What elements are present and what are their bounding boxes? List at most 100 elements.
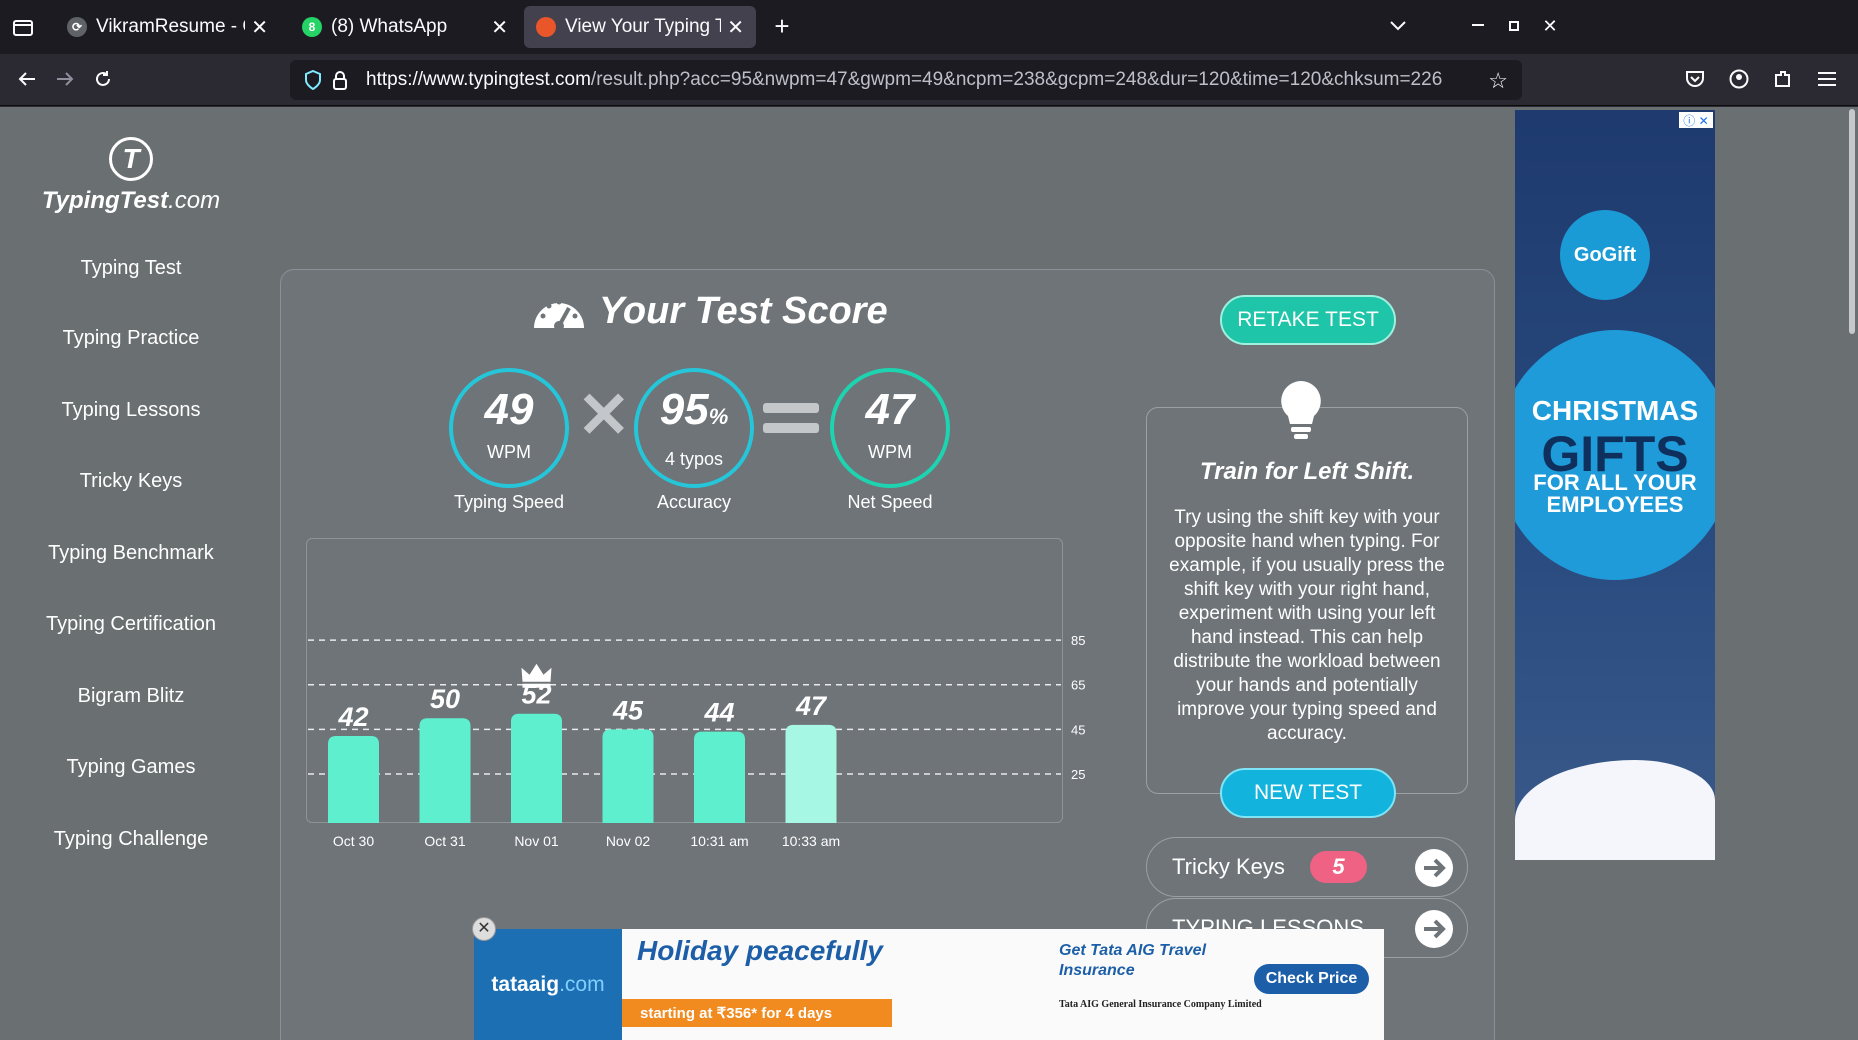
tab-title: View Your Typing Test Re [565,16,722,37]
ad-line-3: FOR ALL YOUR EMPLOYEES [1533,470,1697,517]
tip-title: Train for Left Shift. [1199,458,1415,485]
net-speed-caption: Net Speed [847,492,933,512]
tab-vikramresume[interactable]: ⟳ VikramResume - Online L ✕ [55,6,280,48]
typingtest-logo-icon: T [109,137,153,181]
multiply-icon: ✕ [577,379,631,451]
chart-bar [511,713,562,823]
sidebar-item-typing-test[interactable]: Typing Test [0,257,262,280]
typingtest-favicon-icon [536,17,556,37]
sidebar-item-typing-benchmark[interactable]: Typing Benchmark [0,542,262,565]
crown-icon [521,663,552,682]
lightbulb-icon [1281,381,1321,439]
reload-icon[interactable] [88,64,118,94]
account-icon[interactable] [1724,64,1754,94]
retake-test-button[interactable]: RETAKE TEST [1220,295,1396,345]
x-tick-label: Oct 31 [424,833,465,849]
ad-company: Tata AIG General Insurance Company Limit… [1059,999,1262,1010]
menu-icon[interactable] [1812,64,1842,94]
bookmark-star-icon[interactable]: ☆ [1488,68,1508,94]
tab-title: VikramResume - Online L [96,16,245,37]
chart-bar [419,718,471,823]
forward-icon[interactable] [50,64,80,94]
logo-suffix: .com [168,187,221,214]
typing-speed-unit: WPM [487,442,531,462]
close-tab-icon[interactable]: ✕ [251,15,268,40]
tricky-keys-link[interactable]: Tricky Keys 5 [1146,837,1468,897]
sidebar-item-typing-games[interactable]: Typing Games [0,756,262,779]
equals-icon [763,378,819,452]
close-tab-icon[interactable]: ✕ [491,15,508,40]
accuracy-value: 95 [659,385,709,434]
tricky-keys-count-badge: 5 [1310,851,1367,883]
accuracy-caption: Accuracy [656,492,732,512]
tab-title: (8) WhatsApp [331,16,448,37]
speedometer-icon [534,299,584,331]
sidebar-item-typing-practice[interactable]: Typing Practice [0,327,262,350]
bar-value-label: 45 [612,695,644,725]
extensions-icon[interactable] [1768,64,1798,94]
crown-base [522,683,551,688]
ad-snow-decor [1515,760,1715,860]
address-bar[interactable]: https://www.typingtest.com/result.php?ac… [290,60,1522,100]
x-tick-label: 10:31 am [690,833,748,849]
x-tick-label: 10:33 am [782,833,840,849]
arrow-right-icon[interactable] [1415,849,1453,887]
bottom-advertisement[interactable]: tataaig .com Holiday peacefully starting … [474,929,1384,1040]
typing-speed-caption: Typing Speed [453,492,565,512]
check-price-button[interactable]: Check Price [1254,964,1369,994]
ad-brand: tataaig [491,972,560,996]
close-tab-icon[interactable]: ✕ [727,15,744,40]
sidebar-item-tricky-keys[interactable]: Tricky Keys [0,470,262,493]
x-tick-label: Nov 02 [606,833,651,849]
ad-cta-title: Get Tata AIG Travel Insurance [1059,942,1207,979]
tab-overflow-chevron-icon[interactable] [1384,12,1412,40]
scrollbar-thumb[interactable] [1849,109,1855,334]
tab-list-icon[interactable] [10,14,36,40]
navigation-toolbar: https://www.typingtest.com/result.php?ac… [0,54,1858,106]
ad-close-icon[interactable]: ⓘ ✕ [1679,112,1713,128]
arrow-right-icon[interactable] [1415,910,1453,948]
speed-history-chart: 8565452542Oct 3050Oct 3152Nov 0145Nov 02… [308,633,1085,849]
site-logo[interactable]: T TypingTest.com [0,137,262,215]
y-tick-label: 25 [1071,767,1085,782]
typing-speed-ring: 49 WPM [449,368,569,488]
ad-brand-suffix: .com [559,972,605,996]
lock-icon[interactable] [332,70,348,96]
tab-typing-test-result[interactable]: View Your Typing Test Re ✕ [524,6,756,48]
whatsapp-favicon-icon: 8 [302,17,322,37]
x-tick-label: Nov 01 [514,833,559,849]
maximize-icon[interactable] [1500,12,1528,40]
page-scrollbar[interactable] [1846,107,1858,1040]
tab-whatsapp[interactable]: 8 (8) WhatsApp ✕ [290,6,520,48]
logo-text: TypingTest.com [0,187,262,215]
sidebar-item-typing-challenge[interactable]: Typing Challenge [0,828,262,851]
url-path: /result.php?acc=95&nwpm=47&gwpm=49&ncpm=… [590,69,1443,90]
score-title-text: Your Test Score [599,289,888,332]
page-content: T TypingTest.com Typing Test Typing Prac… [0,107,1858,1040]
logo-brand: TypingTest [41,187,169,214]
close-ad-icon[interactable]: ✕ [472,917,496,941]
net-speed-unit: WPM [868,442,912,462]
typing-speed-value: 49 [484,385,534,434]
new-tab-icon[interactable]: + [768,11,796,41]
bar-value-label: 50 [430,684,460,714]
close-window-icon[interactable]: ✕ [1536,12,1564,40]
tataaig-logo: tataaig .com [474,929,622,1040]
side-advertisement[interactable]: ⓘ ✕ GoGift CHRISTMAS GIFTS FOR ALL YOUR … [1515,110,1715,860]
percent-sign: % [708,404,729,429]
sidebar-item-typing-lessons[interactable]: Typing Lessons [0,399,262,422]
minimize-icon[interactable] [1464,12,1492,40]
accuracy-typos: 4 typos [664,449,724,469]
back-icon[interactable] [12,64,42,94]
page-title: Your Test Score [531,288,888,334]
url-text[interactable]: https://www.typingtest.com/result.php?ac… [366,69,1476,91]
sidebar-item-bigram-blitz[interactable]: Bigram Blitz [0,685,262,708]
sidebar-item-typing-certification[interactable]: Typing Certification [0,613,262,636]
chart-bar [785,724,837,823]
sidebar: T TypingTest.com Typing Test Typing Prac… [0,107,262,1040]
bar-value-label: 44 [703,698,734,728]
pocket-icon[interactable] [1680,64,1710,94]
accuracy-ring: 95% 4 typos [634,368,754,488]
tracking-shield-icon[interactable] [304,69,322,96]
new-test-button[interactable]: NEW TEST [1220,768,1396,818]
